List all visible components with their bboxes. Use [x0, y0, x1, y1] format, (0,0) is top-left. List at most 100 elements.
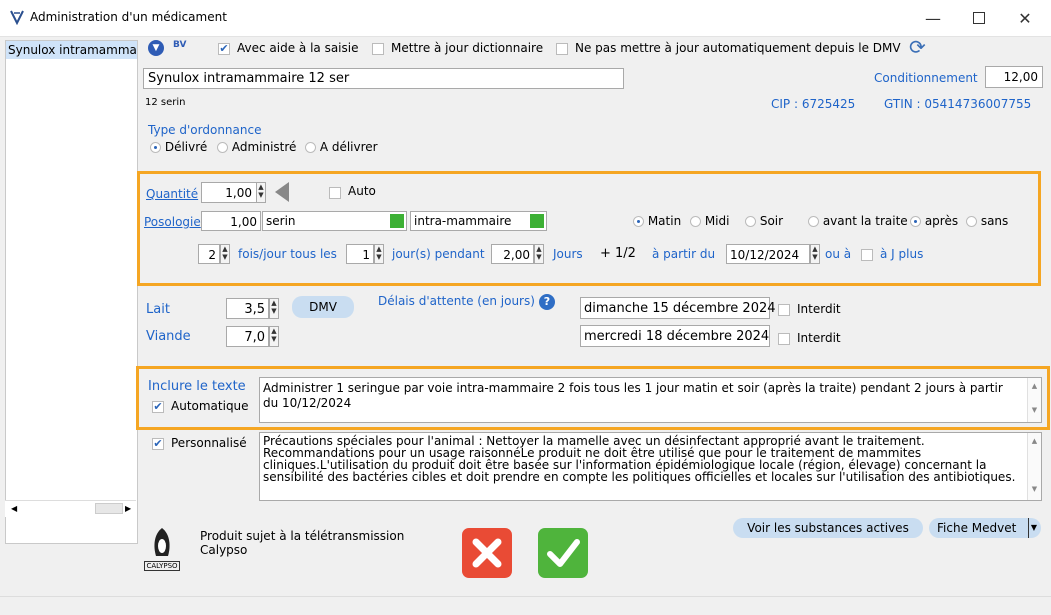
product-list[interactable]: Synulox intramammai — [5, 40, 138, 544]
quantite-label[interactable]: Quantité — [146, 187, 198, 201]
unit-select[interactable]: serin — [262, 211, 407, 231]
bv-label: BV — [173, 40, 187, 50]
scroll-thumb[interactable] — [95, 503, 123, 514]
maximize-icon[interactable] — [956, 0, 1002, 36]
lait-label: Lait — [146, 302, 170, 317]
unit-dropdown-icon[interactable] — [390, 214, 404, 228]
fois-label: fois/jour tous les — [238, 247, 337, 261]
scroll-right-icon[interactable]: ▶ — [125, 504, 131, 513]
date-field[interactable]: 10/12/2024 — [726, 244, 810, 264]
close-icon[interactable]: ✕ — [1002, 0, 1048, 36]
list-item-selected[interactable]: Synulox intramammai — [6, 41, 137, 59]
help-icon[interactable]: ? — [539, 294, 555, 310]
posologie-label[interactable]: Posologie — [144, 215, 201, 229]
jours-field[interactable]: 1 — [346, 244, 374, 264]
ou-a-label: ou à — [825, 247, 852, 261]
medvet-dropdown-icon[interactable]: ▼ — [1027, 518, 1037, 538]
cancel-x-icon — [472, 538, 502, 568]
voir-substances-button[interactable]: Voir les substances actives — [733, 518, 923, 538]
radio-apres[interactable]: après — [910, 214, 958, 228]
duree-stepper[interactable]: ▲ ▼ — [534, 244, 544, 264]
dmv-button[interactable]: DMV — [292, 296, 354, 318]
refresh-icon[interactable]: ⟳ — [909, 37, 926, 57]
viande-stepper[interactable]: ▲ ▼ — [269, 326, 279, 347]
route-select[interactable]: intra-mammaire — [410, 211, 547, 231]
radio-delivre[interactable]: Délivré — [150, 140, 207, 154]
fois-stepper[interactable]: ▲ ▼ — [220, 244, 230, 264]
inclure-label: Inclure le texte — [148, 379, 246, 394]
auto-text-scrollbar[interactable]: ▲ ▼ — [1027, 378, 1041, 422]
quantite-field[interactable]: 1,00 — [201, 182, 257, 203]
product-name-field[interactable]: Synulox intramammaire 12 ser — [143, 68, 624, 89]
assist-label: Avec aide à la saisie — [237, 41, 359, 55]
quantite-stepper[interactable]: ▲ ▼ — [256, 182, 266, 203]
calypso-logo: CALYPSO — [144, 526, 180, 571]
delais-label: Délais d'attente (en jours) — [378, 294, 535, 308]
window-title: Administration d'un médicament — [30, 10, 227, 24]
lait-date-field[interactable]: dimanche 15 décembre 2024 — [580, 297, 776, 319]
auto-text-checkbox[interactable]: ✔ — [152, 399, 164, 413]
bv-logo-icon: ▼ — [148, 40, 164, 56]
radio-avant-traite[interactable]: avant la traite — [808, 214, 908, 228]
viande-date-field[interactable]: mercredi 18 décembre 2024 — [580, 325, 770, 347]
unit-label: 12 serin — [145, 97, 186, 108]
jours-stepper[interactable]: ▲ ▼ — [374, 244, 384, 264]
conditionnement-field[interactable]: 12,00 — [985, 66, 1043, 88]
lait-field[interactable]: 3,5 — [226, 298, 269, 319]
update-dict-checkbox[interactable] — [372, 41, 384, 55]
horizontal-scrollbar[interactable]: ◀ ▶ — [5, 500, 136, 517]
auto-text-label: Automatique — [171, 399, 249, 413]
duree-unit-label: Jours — [553, 247, 583, 261]
fiche-medvet-button[interactable]: Fiche Medvet ▼ — [929, 518, 1041, 538]
perso-label: Personnalisé — [171, 436, 247, 450]
radio-administre[interactable]: Administré — [217, 140, 296, 154]
auto-text-area[interactable]: Administrer 1 seringue par voie intra-ma… — [259, 377, 1042, 423]
update-dict-label: Mettre à jour dictionnaire — [391, 41, 544, 55]
ok-button[interactable] — [538, 528, 588, 578]
lait-interdit-checkbox[interactable] — [778, 302, 790, 316]
plus-half-label: + 1/2 — [600, 246, 636, 261]
cip-label: CIP : 6725425 — [771, 97, 856, 111]
viande-field[interactable]: 7,0 — [226, 326, 269, 347]
tele-label: Produit sujet à la télétransmission — [200, 529, 405, 543]
conditionnement-label: Conditionnement — [874, 71, 978, 85]
checkmark-icon — [547, 539, 580, 567]
scroll-left-icon[interactable]: ◀ — [11, 504, 17, 513]
calypso-logo-text: CALYPSO — [144, 561, 180, 571]
date-stepper[interactable]: ▲ ▼ — [810, 244, 820, 264]
posologie-field[interactable]: 1,00 — [201, 211, 261, 231]
auto-label: Auto — [348, 184, 376, 198]
no-update-dmv-label: Ne pas mettre à jour automatiquement dep… — [575, 41, 901, 55]
radio-sans[interactable]: sans — [966, 214, 1008, 228]
minimize-icon[interactable]: — — [910, 0, 956, 36]
assist-checkbox[interactable]: ✔ — [218, 41, 230, 55]
fois-field[interactable]: 2 — [198, 244, 220, 264]
viande-label: Viande — [146, 329, 191, 344]
perso-text-scrollbar[interactable]: ▲ ▼ — [1027, 433, 1041, 500]
calypso-label: Calypso — [200, 543, 248, 557]
viande-interdit-checkbox[interactable] — [778, 331, 790, 345]
arrow-left-icon[interactable] — [275, 182, 289, 202]
gtin-label: GTIN : 05414736007755 — [884, 97, 1032, 111]
jours-label: jour(s) pendant — [392, 247, 485, 261]
lait-stepper[interactable]: ▲ ▼ — [269, 298, 279, 319]
a-partir-label: à partir du — [652, 247, 716, 261]
route-dropdown-icon[interactable] — [530, 214, 544, 228]
perso-text-area[interactable]: Précautions spéciales pour l'animal : Ne… — [259, 432, 1042, 501]
perso-checkbox[interactable]: ✔ — [152, 436, 164, 450]
lait-interdit-label: Interdit — [797, 302, 841, 316]
cancel-button[interactable] — [462, 528, 512, 578]
app-icon — [9, 9, 25, 26]
radio-midi[interactable]: Midi — [690, 214, 729, 228]
ordonnance-label: Type d'ordonnance — [148, 123, 262, 137]
j-plus-checkbox[interactable] — [861, 247, 873, 261]
duree-field[interactable]: 2,00 — [491, 244, 534, 264]
auto-checkbox[interactable] — [329, 185, 341, 199]
radio-soir[interactable]: Soir — [745, 214, 783, 228]
radio-a-delivrer[interactable]: A délivrer — [305, 140, 378, 154]
status-bar — [0, 596, 1051, 615]
viande-interdit-label: Interdit — [797, 331, 841, 345]
j-plus-label: à J plus — [880, 247, 924, 261]
radio-matin[interactable]: Matin — [633, 214, 681, 228]
no-update-dmv-checkbox[interactable] — [556, 41, 568, 55]
